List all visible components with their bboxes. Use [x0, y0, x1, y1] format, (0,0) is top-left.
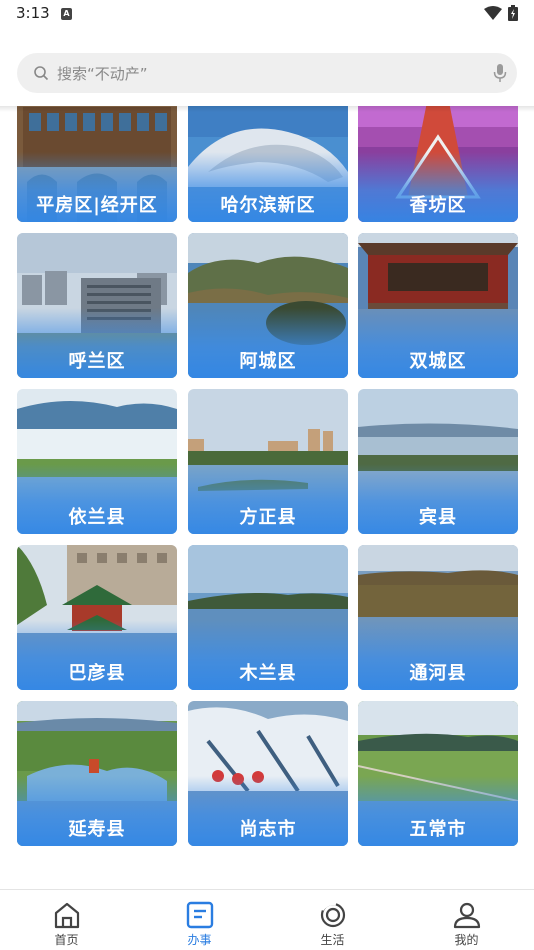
status-time: 3:13: [16, 4, 50, 22]
district-label: 延寿县: [68, 819, 126, 840]
life-icon: [320, 902, 346, 928]
district-label: 五常市: [409, 819, 467, 840]
district-card-hulan[interactable]: 呼兰区: [17, 233, 177, 378]
a-icon: A: [61, 8, 72, 20]
search-icon: [34, 66, 49, 81]
district-card-binxian[interactable]: 宾县: [358, 389, 518, 534]
nav-label: 生活: [320, 933, 345, 947]
screen: 3:13 A 搜索“不动产” 平房区|经开区 哈尔滨新区 香坊区 呼兰区 阿城区…: [0, 0, 534, 950]
district-card-shangzhi[interactable]: 尚志市: [188, 701, 348, 846]
user-icon: [453, 902, 481, 929]
district-card-yanshou[interactable]: 延寿县: [17, 701, 177, 846]
nav-home[interactable]: 首页: [0, 890, 133, 950]
nav-label: 我的: [454, 933, 479, 947]
nav-mine[interactable]: 我的: [400, 890, 533, 950]
district-label: 巴彦县: [68, 663, 126, 684]
nav-label: 办事: [187, 933, 212, 947]
district-card-bayan[interactable]: 巴彦县: [17, 545, 177, 690]
district-card-pingfang[interactable]: 平房区|经开区: [17, 106, 177, 222]
bottom-nav: 首页 办事 生活 我的: [0, 889, 534, 950]
home-icon: [54, 902, 80, 929]
district-card-tonghe[interactable]: 通河县: [358, 545, 518, 690]
district-grid: 平房区|经开区 哈尔滨新区 香坊区 呼兰区 阿城区 双城区 依兰县 方正县 宾县…: [0, 106, 534, 889]
district-card-shuangcheng[interactable]: 双城区: [358, 233, 518, 378]
district-label: 哈尔滨新区: [220, 195, 316, 216]
service-icon: [186, 901, 214, 929]
district-card-xiangfang[interactable]: 香坊区: [358, 106, 518, 222]
nav-life[interactable]: 生活: [266, 890, 399, 950]
district-card-acheng[interactable]: 阿城区: [188, 233, 348, 378]
district-card-wuchang[interactable]: 五常市: [358, 701, 518, 846]
district-card-mulan[interactable]: 木兰县: [188, 545, 348, 690]
district-label: 尚志市: [239, 819, 297, 840]
mic-icon[interactable]: [493, 63, 507, 83]
district-label: 香坊区: [409, 195, 467, 216]
district-label: 阿城区: [239, 351, 297, 372]
district-label: 平房区|经开区: [36, 195, 158, 216]
district-card-fangzheng[interactable]: 方正县: [188, 389, 348, 534]
status-bar: 3:13 A: [0, 0, 534, 28]
battery-icon: [508, 5, 518, 21]
district-label: 依兰县: [68, 507, 126, 528]
search-bar[interactable]: 搜索“不动产”: [17, 53, 517, 93]
nav-service[interactable]: 办事: [133, 890, 266, 950]
district-label: 通河县: [409, 663, 467, 684]
search-input[interactable]: 搜索“不动产”: [57, 63, 148, 84]
header-shadow: [0, 106, 534, 112]
nav-label: 首页: [54, 933, 79, 947]
district-card-yilan[interactable]: 依兰县: [17, 389, 177, 534]
district-label: 宾县: [419, 507, 457, 528]
district-label: 方正县: [239, 507, 297, 528]
wifi-icon: [484, 6, 502, 20]
district-label: 双城区: [409, 351, 467, 372]
district-label: 呼兰区: [68, 351, 126, 372]
district-label: 木兰县: [239, 663, 297, 684]
district-card-xinqu[interactable]: 哈尔滨新区: [188, 106, 348, 222]
